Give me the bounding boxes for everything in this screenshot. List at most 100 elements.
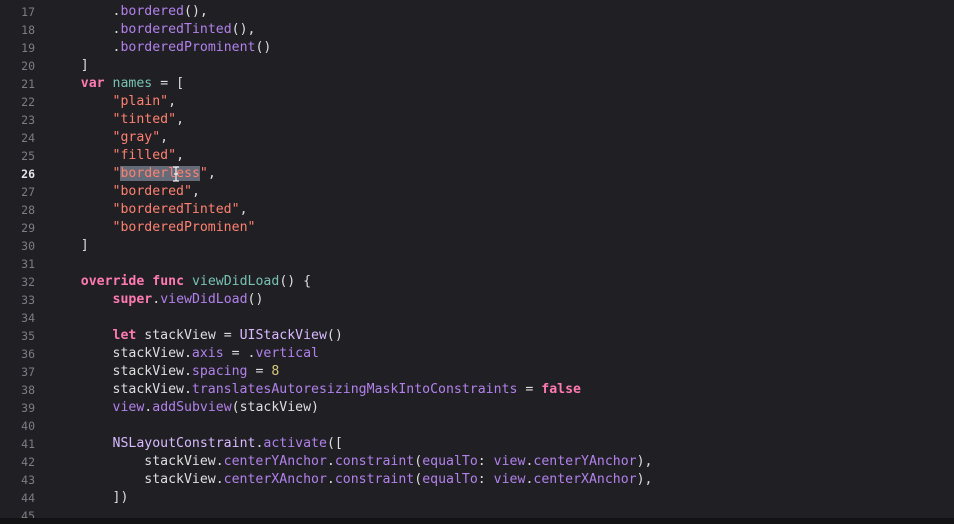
line-number[interactable]: 43 [0, 471, 35, 489]
code-text[interactable]: view.addSubview(stackView) [49, 399, 319, 417]
line-number[interactable]: 37 [0, 363, 35, 381]
code-line[interactable]: 18 .borderedTinted(), [0, 21, 954, 39]
code-line[interactable]: 39 view.addSubview(stackView) [0, 399, 954, 417]
line-number[interactable]: 21 [0, 75, 35, 93]
line-number[interactable]: 29 [0, 219, 35, 237]
code-line[interactable]: 42 stackView.centerYAnchor.constraint(eq… [0, 453, 954, 471]
code-line[interactable]: 21 var names = [ [0, 75, 954, 93]
code-text[interactable]: stackView.spacing = 8 [49, 363, 280, 381]
code-token: ] [49, 238, 89, 253]
code-line[interactable]: 32 override func viewDidLoad() { [0, 273, 954, 291]
code-line[interactable]: 35 let stackView = UIStackView() [0, 327, 954, 345]
line-number[interactable]: 45 [0, 507, 35, 518]
code-token: "bordered" [112, 184, 192, 199]
code-token: constraint [334, 454, 415, 469]
code-text[interactable]: ] [49, 57, 89, 75]
code-line[interactable]: 38 stackView.translatesAutoresizingMaskI… [0, 381, 954, 399]
code-token: ]) [49, 490, 129, 505]
code-text[interactable]: "plain", [49, 93, 177, 111]
code-line[interactable]: 25 "filled", [0, 147, 954, 165]
code-line[interactable]: 22 "plain", [0, 93, 954, 111]
code-line[interactable]: 17 .bordered(), [0, 3, 954, 21]
code-token: : [477, 454, 494, 469]
code-text[interactable]: "bordered", [49, 183, 200, 201]
code-text[interactable]: ] [49, 237, 89, 255]
line-number[interactable]: 24 [0, 129, 35, 147]
code-line[interactable]: 31 [0, 255, 954, 273]
line-number[interactable]: 38 [0, 381, 35, 399]
code-text[interactable]: "filled", [49, 147, 184, 165]
code-token: equalTo [422, 454, 478, 469]
code-token: viewDidLoad [160, 292, 248, 307]
code-text[interactable]: "borderedProminen" [49, 219, 256, 237]
code-line[interactable]: 44 ]) [0, 489, 954, 507]
code-line[interactable]: 40 [0, 417, 954, 435]
code-line[interactable]: 43 stackView.centerXAnchor.constraint(eq… [0, 471, 954, 489]
code-text[interactable]: stackView.axis = .vertical [49, 345, 319, 363]
line-number[interactable]: 32 [0, 273, 35, 291]
code-line[interactable]: 41 NSLayoutConstraint.activate([ [0, 435, 954, 453]
code-text[interactable]: stackView.centerXAnchor.constraint(equal… [49, 471, 652, 489]
code-token: "gray" [112, 130, 161, 145]
line-number[interactable]: 23 [0, 111, 35, 129]
code-text[interactable]: ]) [49, 489, 129, 507]
code-line[interactable]: 34 [0, 309, 954, 327]
code-line[interactable]: 24 "gray", [0, 129, 954, 147]
code-token: (stackView) [231, 400, 319, 415]
code-token: stackView. [49, 472, 224, 487]
code-line[interactable]: 23 "tinted", [0, 111, 954, 129]
line-number[interactable]: 27 [0, 183, 35, 201]
code-line[interactable]: 33 super.viewDidLoad() [0, 291, 954, 309]
code-text[interactable]: let stackView = UIStackView() [49, 327, 343, 345]
selected-text[interactable]: borderl [120, 166, 177, 181]
code-text[interactable]: "borderl ess", [49, 165, 216, 183]
line-number[interactable]: 40 [0, 417, 35, 435]
code-line[interactable]: 28 "borderedTinted", [0, 201, 954, 219]
line-number[interactable]: 17 [0, 3, 35, 21]
code-line[interactable]: 45 [0, 507, 954, 518]
line-number[interactable]: 20 [0, 57, 35, 75]
code-line[interactable]: 19 .borderedProminent() [0, 39, 954, 57]
line-number[interactable]: 26 [0, 165, 35, 183]
code-lines[interactable]: 17 .bordered(), 18 .borderedTinted(), 19 .… [0, 3, 954, 518]
code-token: = [247, 364, 272, 379]
code-text[interactable]: .borderedProminent() [49, 39, 272, 57]
code-line[interactable]: 30 ] [0, 237, 954, 255]
line-number[interactable]: 44 [0, 489, 35, 507]
line-number[interactable]: 28 [0, 201, 35, 219]
code-editor[interactable]: 17 .bordered(), 18 .borderedTinted(), 19 .… [0, 0, 954, 518]
line-number[interactable]: 39 [0, 399, 35, 417]
code-text[interactable]: super.viewDidLoad() [49, 291, 264, 309]
line-number[interactable]: 19 [0, 39, 35, 57]
code-text[interactable]: "gray", [49, 129, 169, 147]
line-number[interactable]: 18 [0, 21, 35, 39]
line-number[interactable]: 31 [0, 255, 35, 273]
code-line[interactable]: 37 stackView.spacing = 8 [0, 363, 954, 381]
line-number[interactable]: 34 [0, 309, 35, 327]
code-line[interactable]: 27 "bordered", [0, 183, 954, 201]
code-token: = . [223, 346, 256, 361]
code-text[interactable]: NSLayoutConstraint.activate([ [49, 435, 343, 453]
code-line[interactable]: 29 "borderedProminen" [0, 219, 954, 237]
code-line[interactable]: 26 "borderl ess", [0, 165, 954, 183]
code-text[interactable]: stackView.translatesAutoresizingMaskInto… [49, 381, 581, 399]
code-text[interactable]: "tinted", [49, 111, 184, 129]
code-line[interactable]: 20 ] [0, 57, 954, 75]
code-text[interactable]: "borderedTinted", [49, 201, 248, 219]
code-line[interactable]: 36 stackView.axis = .vertical [0, 345, 954, 363]
code-text[interactable]: .bordered(), [49, 3, 208, 21]
line-number[interactable]: 30 [0, 237, 35, 255]
code-text[interactable]: override func viewDidLoad() { [49, 273, 311, 291]
line-number[interactable]: 41 [0, 435, 35, 453]
line-number[interactable]: 33 [0, 291, 35, 309]
code-text[interactable]: stackView.centerYAnchor.constraint(equal… [49, 453, 652, 471]
line-number[interactable]: 42 [0, 453, 35, 471]
code-text[interactable]: .borderedTinted(), [49, 21, 256, 39]
line-number[interactable]: 25 [0, 147, 35, 165]
line-number[interactable]: 22 [0, 93, 35, 111]
line-number[interactable]: 35 [0, 327, 35, 345]
code-text[interactable]: var names = [ [49, 75, 184, 93]
line-number[interactable]: 36 [0, 345, 35, 363]
